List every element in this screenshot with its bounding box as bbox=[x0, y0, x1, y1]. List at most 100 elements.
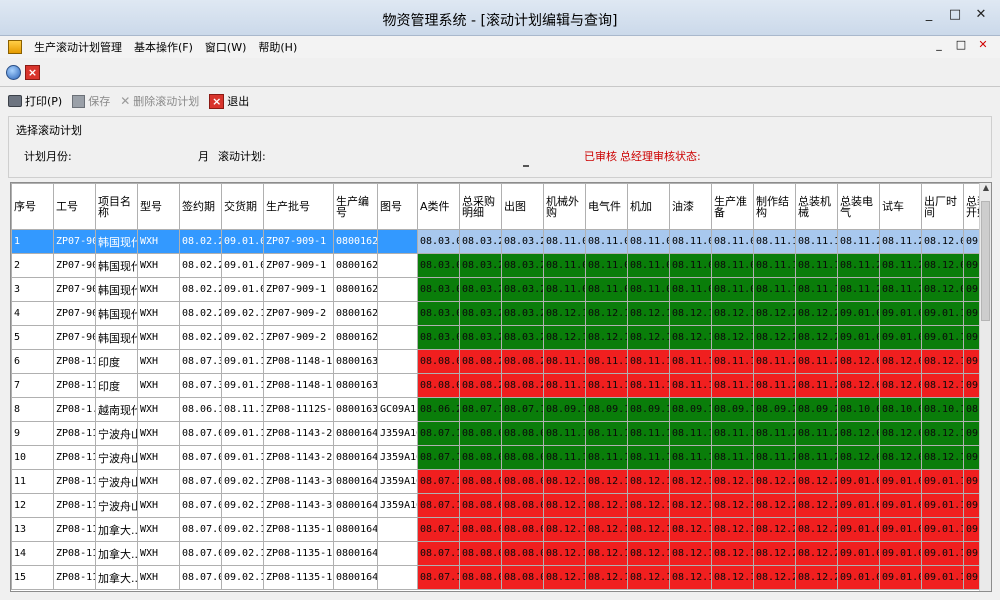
column-header[interactable]: 油漆 bbox=[669, 183, 712, 230]
schedule-cell[interactable]: 08.03.26 bbox=[501, 229, 544, 254]
table-cell[interactable]: 08001642 bbox=[333, 421, 378, 446]
schedule-cell[interactable]: 09.01.01 bbox=[837, 565, 880, 590]
table-cell[interactable]: 08001648 bbox=[333, 565, 378, 590]
schedule-cell[interactable]: 08.11.11 bbox=[711, 445, 754, 470]
table-cell[interactable]: 08.07.03 bbox=[179, 469, 222, 494]
table-cell[interactable]: 3 bbox=[11, 277, 54, 302]
schedule-cell[interactable]: 08.11.14 bbox=[753, 277, 796, 302]
menu-help[interactable]: 帮助(H) bbox=[252, 39, 303, 55]
schedule-cell[interactable]: 08.11.04 bbox=[669, 229, 712, 254]
schedule-cell[interactable]: 08.12.12 bbox=[627, 301, 670, 326]
table-cell[interactable]: 08.02.25 bbox=[179, 277, 222, 302]
table-cell[interactable]: 09.01.10 bbox=[221, 421, 264, 446]
schedule-cell[interactable]: 08.12.01 bbox=[837, 445, 880, 470]
schedule-cell[interactable]: 08.11.19 bbox=[795, 277, 838, 302]
table-cell[interactable]: 韩国现代 bbox=[95, 229, 138, 254]
table-cell[interactable]: 08.02.25 bbox=[179, 301, 222, 326]
table-cell[interactable]: 印度 bbox=[95, 349, 138, 374]
globe-icon[interactable] bbox=[6, 64, 21, 80]
schedule-cell[interactable]: 08.03.06 bbox=[417, 277, 460, 302]
table-cell[interactable]: ZP08-1135 bbox=[53, 541, 96, 566]
schedule-cell[interactable]: 08.12.12 bbox=[669, 469, 712, 494]
table-cell[interactable]: WXH bbox=[137, 325, 180, 350]
schedule-cell[interactable]: 08.12.04 bbox=[837, 373, 880, 398]
schedule-cell[interactable]: 08.12.12 bbox=[669, 541, 712, 566]
table-cell[interactable]: ZP08-1143 bbox=[53, 421, 96, 446]
schedule-cell[interactable]: 09.01.06 bbox=[879, 469, 922, 494]
schedule-cell[interactable]: 09.01.06 bbox=[879, 493, 922, 518]
table-cell[interactable]: 08001635 bbox=[333, 397, 378, 422]
exit-button[interactable]: × 退出 bbox=[209, 93, 249, 109]
schedule-cell[interactable]: 08.12.12 bbox=[627, 325, 670, 350]
schedule-cell[interactable]: 09.01.01 bbox=[837, 301, 880, 326]
schedule-cell[interactable]: 08.09.13 bbox=[585, 397, 628, 422]
schedule-cell[interactable]: 08.08.02 bbox=[501, 541, 544, 566]
schedule-cell[interactable]: 08.12.12 bbox=[585, 517, 628, 542]
schedule-cell[interactable]: 08.11.19 bbox=[795, 229, 838, 254]
column-header[interactable]: 总采购明细 bbox=[459, 183, 502, 230]
table-cell[interactable]: ZP07-909-2 bbox=[263, 301, 334, 326]
table-cell[interactable] bbox=[377, 253, 418, 278]
schedule-cell[interactable]: 08.09.13 bbox=[543, 397, 586, 422]
table-cell[interactable]: ZP07-909 bbox=[53, 253, 96, 278]
menu-production-plan[interactable]: 生产滚动计划管理 bbox=[28, 39, 128, 55]
schedule-cell[interactable]: 08.12.12 bbox=[543, 325, 586, 350]
table-cell[interactable] bbox=[377, 325, 418, 350]
schedule-cell[interactable]: 08.09.28 bbox=[795, 397, 838, 422]
table-cell[interactable]: ZP08-1135-1 bbox=[263, 541, 334, 566]
schedule-cell[interactable]: 08.12.06 bbox=[879, 421, 922, 446]
schedule-cell[interactable]: 08.12.04 bbox=[921, 253, 964, 278]
table-row[interactable]: 7ZP08-1148印度WXH08.07.3009.01.13ZP08-1148… bbox=[11, 373, 991, 398]
schedule-cell[interactable]: 09.01.06 bbox=[879, 301, 922, 326]
schedule-cell[interactable]: 08.12.14 bbox=[921, 349, 964, 374]
table-row[interactable]: 6ZP08-1148印度WXH08.07.3009.01.13ZP08-1148… bbox=[11, 349, 991, 374]
schedule-cell[interactable]: 09.01.01 bbox=[837, 469, 880, 494]
table-cell[interactable]: 09.02.10 bbox=[221, 301, 264, 326]
table-cell[interactable]: J359A1600 bbox=[377, 421, 418, 446]
schedule-cell[interactable]: 08.08.29 bbox=[459, 349, 502, 374]
table-cell[interactable]: WXH bbox=[137, 397, 180, 422]
table-cell[interactable]: ZP07-909 bbox=[53, 277, 96, 302]
table-cell[interactable]: ZP07-909 bbox=[53, 301, 96, 326]
table-cell[interactable]: 08001625 bbox=[333, 325, 378, 350]
schedule-cell[interactable]: 08.11.14 bbox=[543, 349, 586, 374]
schedule-cell[interactable]: 08.11.29 bbox=[879, 229, 922, 254]
schedule-cell[interactable]: 08.12.12 bbox=[585, 325, 628, 350]
schedule-cell[interactable]: 08.11.14 bbox=[627, 373, 670, 398]
schedule-cell[interactable]: 08.07.11 bbox=[459, 397, 502, 422]
schedule-cell[interactable]: 08.11.04 bbox=[543, 253, 586, 278]
schedule-cell[interactable]: 09.01.01 bbox=[837, 517, 880, 542]
table-cell[interactable]: 08001643 bbox=[333, 445, 378, 470]
table-cell[interactable]: 09.02.10 bbox=[221, 541, 264, 566]
schedule-cell[interactable]: 09.01.06 bbox=[879, 517, 922, 542]
table-cell[interactable]: 09.02.10 bbox=[221, 325, 264, 350]
table-cell[interactable]: 08.07.30 bbox=[179, 373, 222, 398]
table-cell[interactable] bbox=[377, 349, 418, 374]
table-cell[interactable]: 宁波舟山 bbox=[95, 493, 138, 518]
schedule-cell[interactable]: 08.11.14 bbox=[753, 253, 796, 278]
column-header[interactable]: 签约期 bbox=[179, 183, 222, 230]
schedule-cell[interactable]: 08.12.04 bbox=[837, 349, 880, 374]
schedule-cell[interactable]: 08.11.14 bbox=[669, 373, 712, 398]
schedule-cell[interactable]: 08.09.13 bbox=[627, 397, 670, 422]
column-header[interactable]: 生产准备 bbox=[711, 183, 754, 230]
table-cell[interactable]: ZP08-1135-1 bbox=[263, 565, 334, 590]
schedule-cell[interactable]: 08.12.22 bbox=[753, 469, 796, 494]
schedule-cell[interactable]: 08.07.13 bbox=[417, 565, 460, 590]
schedule-cell[interactable]: 08.11.29 bbox=[795, 349, 838, 374]
table-cell[interactable]: WXH bbox=[137, 349, 180, 374]
table-cell[interactable]: 09.01.03 bbox=[221, 253, 264, 278]
schedule-cell[interactable]: 08.11.24 bbox=[753, 373, 796, 398]
table-cell[interactable]: 08001623 bbox=[333, 277, 378, 302]
schedule-cell[interactable]: 08.11.14 bbox=[627, 349, 670, 374]
schedule-cell[interactable]: 08.11.29 bbox=[879, 277, 922, 302]
table-cell[interactable]: 5 bbox=[11, 325, 54, 350]
schedule-cell[interactable]: 08.03.26 bbox=[459, 277, 502, 302]
table-cell[interactable]: 8 bbox=[11, 397, 54, 422]
schedule-cell[interactable]: 08.08.02 bbox=[459, 421, 502, 446]
schedule-cell[interactable]: 08.12.04 bbox=[921, 277, 964, 302]
table-cell[interactable]: 12 bbox=[11, 493, 54, 518]
schedule-cell[interactable]: 08.03.26 bbox=[501, 253, 544, 278]
column-header[interactable]: 图号 bbox=[377, 183, 418, 230]
schedule-cell[interactable]: 09.01.06 bbox=[879, 565, 922, 590]
